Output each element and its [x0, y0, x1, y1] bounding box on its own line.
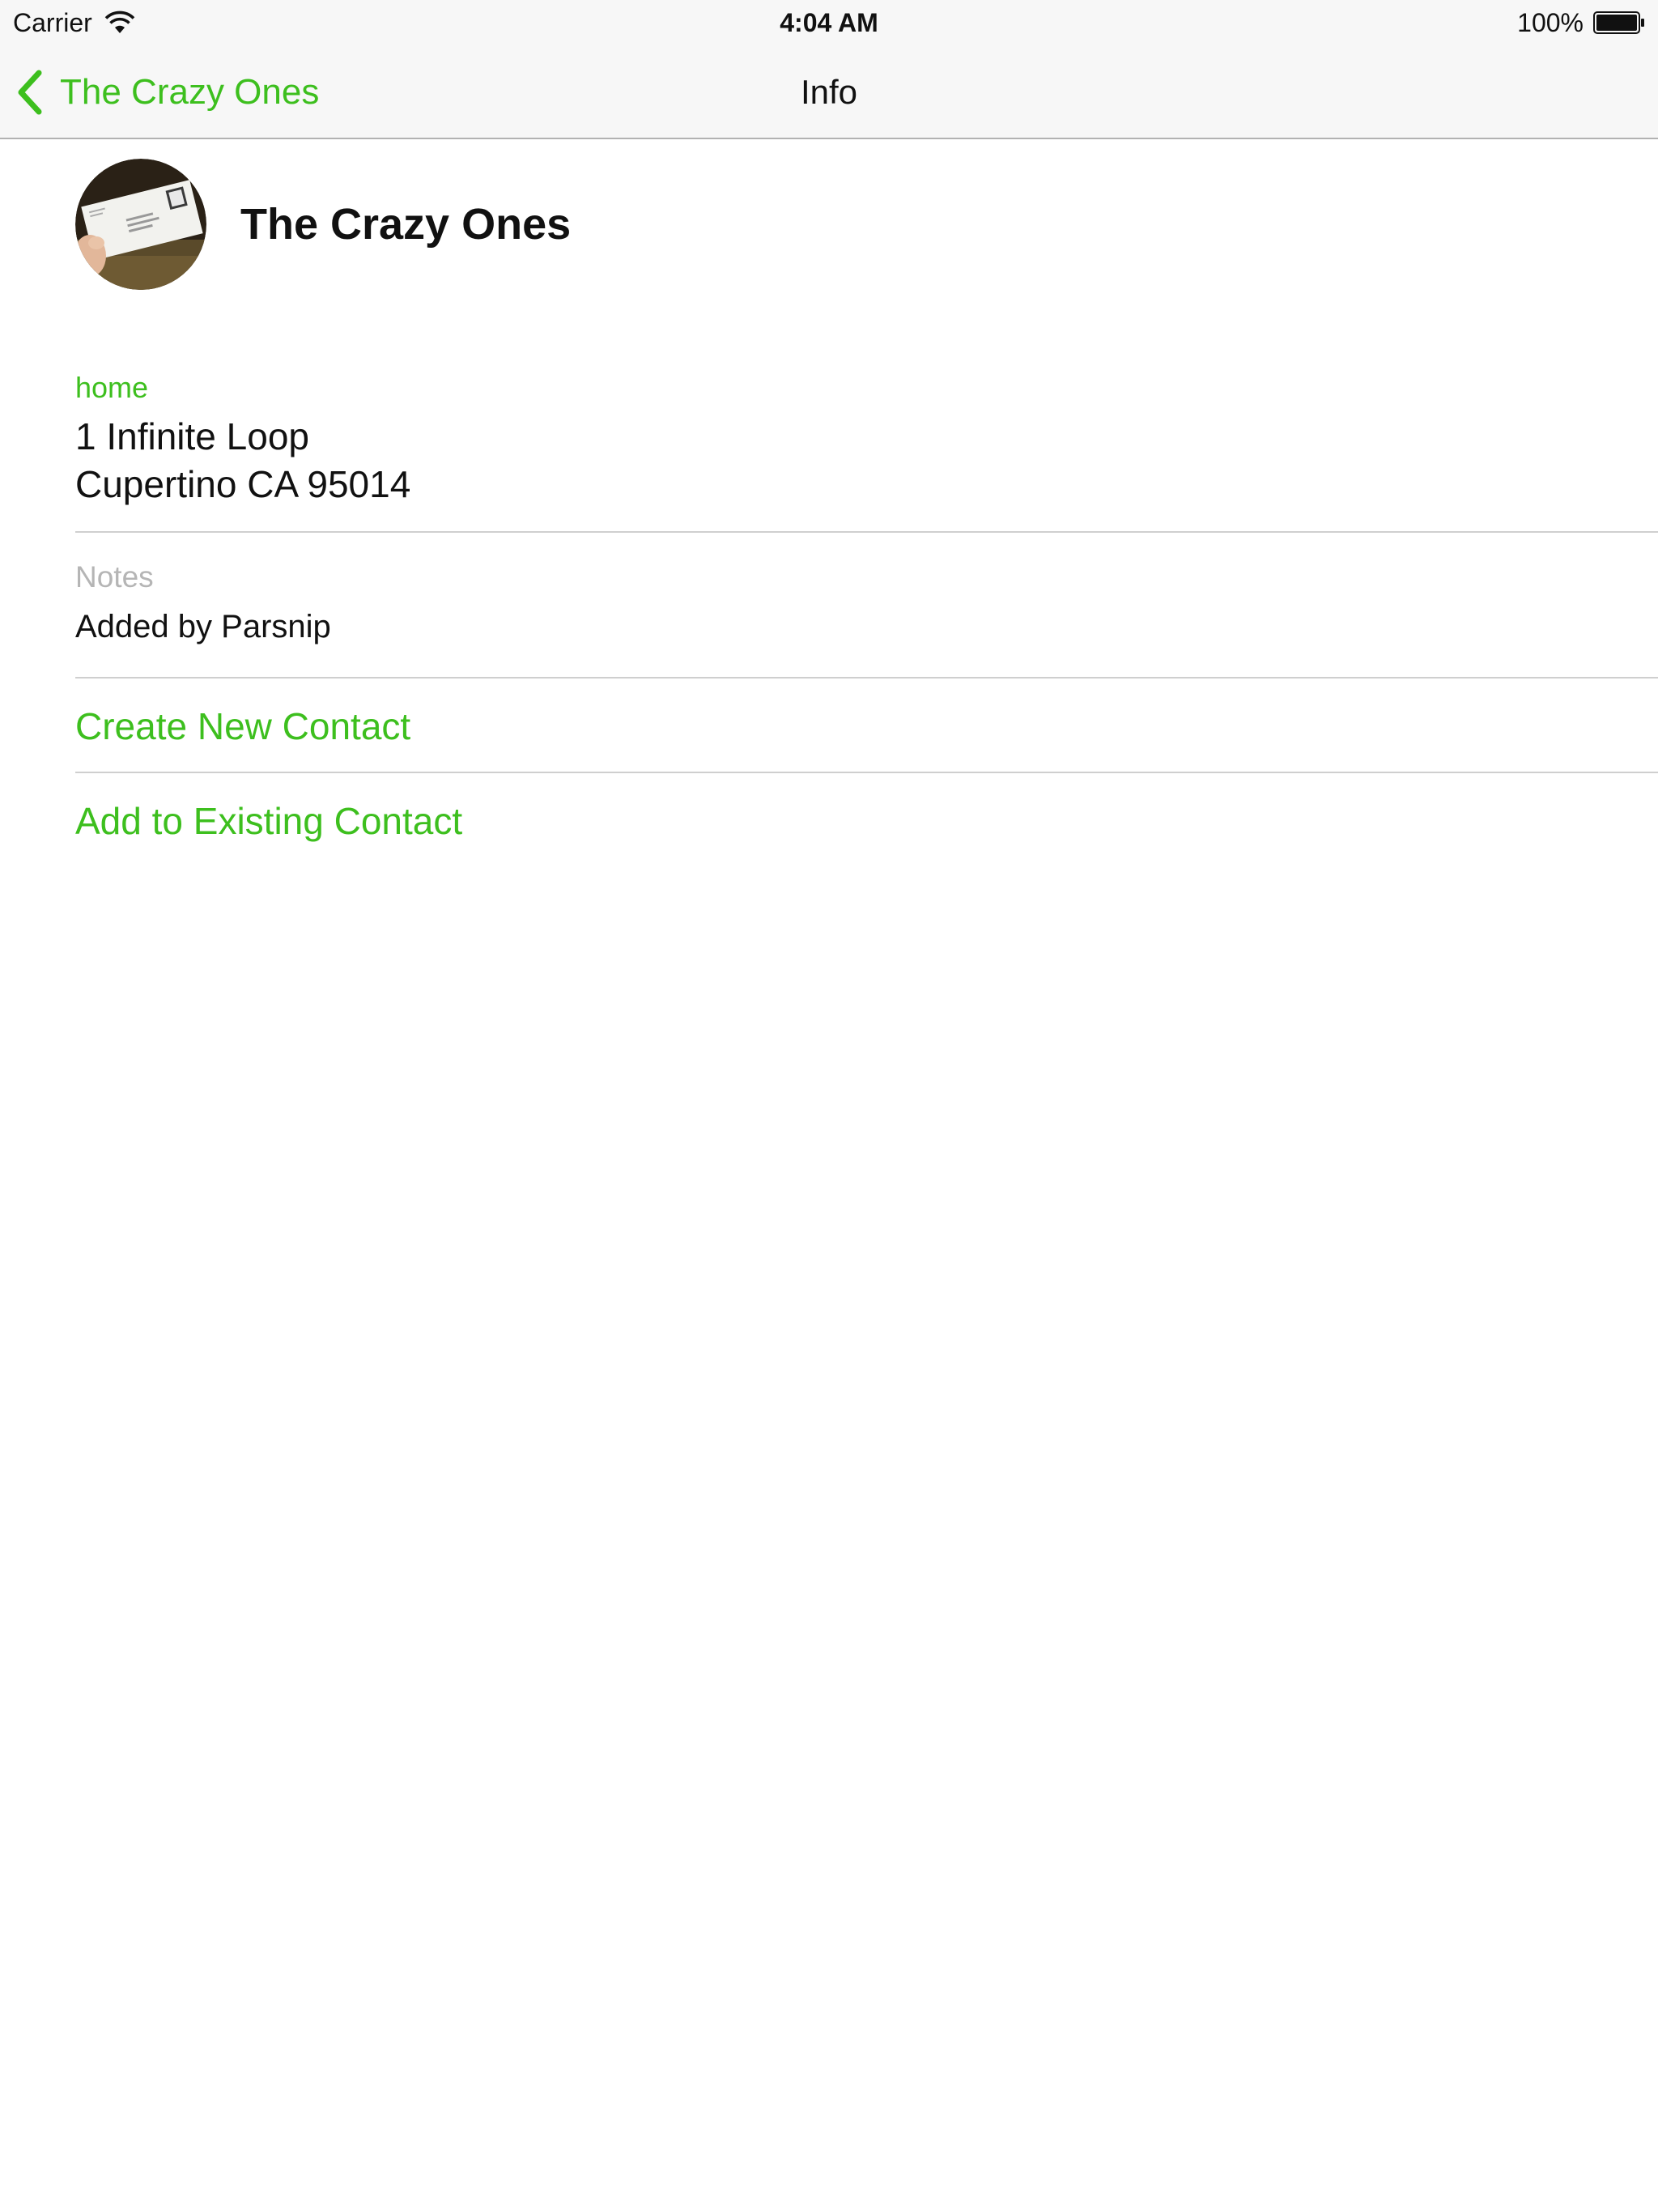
- notes-value: Added by Parsnip: [75, 609, 331, 644]
- notes-label: Notes: [75, 560, 154, 593]
- battery-icon: [1593, 11, 1644, 34]
- separator: [75, 531, 1658, 533]
- add-to-existing-contact-button[interactable]: Add to Existing Contact: [75, 799, 462, 843]
- status-time: 4:04 AM: [780, 8, 878, 37]
- address-label: home: [75, 371, 149, 404]
- address-line-1[interactable]: 1 Infinite Loop: [75, 415, 309, 458]
- contact-header: The Crazy Ones: [75, 159, 571, 290]
- avatar: [75, 159, 206, 290]
- address-line-2[interactable]: Cupertino CA 95014: [75, 462, 410, 506]
- status-bar-right: 100%: [1517, 5, 1645, 40]
- create-new-contact-button[interactable]: Create New Contact: [75, 704, 410, 748]
- separator: [75, 677, 1658, 678]
- separator: [75, 772, 1658, 773]
- contact-info-screen: Carrier 4:04 AM 100% The Crazy Ones Info: [0, 0, 1658, 2212]
- contact-name: The Crazy Ones: [240, 200, 572, 249]
- battery-percent: 100%: [1517, 7, 1584, 37]
- page-title: Info: [800, 73, 858, 111]
- navigation-bar: Carrier 4:04 AM 100% The Crazy Ones Info: [0, 0, 1658, 139]
